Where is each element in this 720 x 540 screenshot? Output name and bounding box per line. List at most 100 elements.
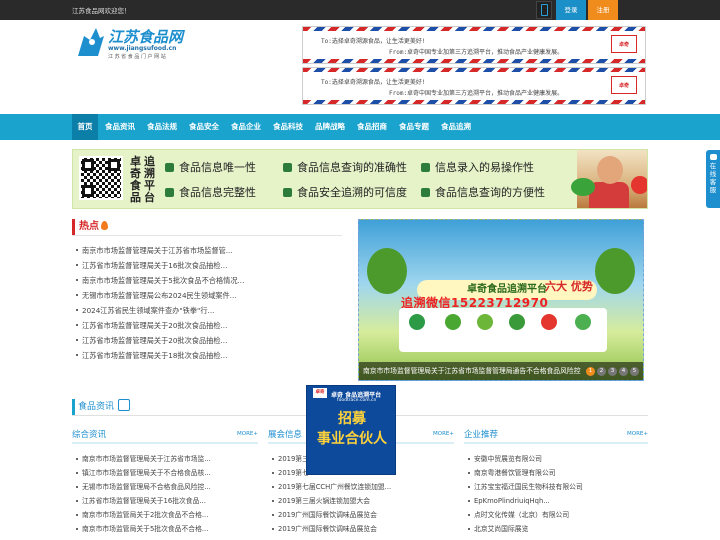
banner-photo <box>571 150 647 208</box>
banner-vertical-title-2: 追溯平台 <box>144 155 155 204</box>
list-item[interactable]: 无锡市市场监督管理局公布2024民生领域案件... <box>76 288 296 303</box>
list-item[interactable]: 点时文化传媒（北京）有限公司 <box>468 508 644 522</box>
list-item[interactable]: 南京市市场监督管理局关于5批次食品不合格情况... <box>76 273 296 288</box>
list-item[interactable]: 南京市市场监管局关于2批次食品不合格... <box>76 508 252 522</box>
envelope-stripe <box>303 59 645 63</box>
nav-item-brand[interactable]: 品牌战略 <box>310 114 350 140</box>
banner-vertical-title-1: 卓奇食品 <box>130 155 141 204</box>
main-nav: 首页 食品资讯 食品法规 食品安全 食品企业 食品科技 品牌战略 食品招商 食品… <box>0 114 720 140</box>
register-button[interactable]: 注册 <box>588 0 618 20</box>
popup-headline-2: 事业合伙人 <box>317 431 387 447</box>
banner-feature: 食品信息唯一性 <box>165 159 256 175</box>
envelope-stripe <box>303 100 645 104</box>
header-ad-1[interactable]: To:选择卓奇溯源食品，让生活更美好! From:卓奇中国专业加第三方追溯平台，… <box>302 26 646 64</box>
ad-brand: 卓奇 <box>611 35 637 53</box>
nav-item-investment[interactable]: 食品招商 <box>352 114 392 140</box>
nav-item-technology[interactable]: 食品科技 <box>268 114 308 140</box>
list-item[interactable]: 江苏省市场监督管理局关于18批次食品抽检... <box>76 348 296 363</box>
flame-icon <box>101 221 108 230</box>
banner-feature: 食品信息完整性 <box>165 184 256 200</box>
check-icon <box>421 188 430 197</box>
check-icon <box>165 188 174 197</box>
slider-dot[interactable]: 1 <box>586 367 595 376</box>
list-item[interactable]: 2019第七届CCH广州餐饮连锁加盟... <box>272 480 448 494</box>
partner-recruit-ad[interactable]: 卓奇 卓奇 食品追溯平台 foodtrace.com.cn 招募 事业合伙人 <box>306 385 396 475</box>
envelope-stripe <box>303 27 645 31</box>
feature-icon <box>445 314 461 330</box>
nav-item-topics[interactable]: 食品专题 <box>394 114 434 140</box>
list-item[interactable]: 南京市市场监督管理局关于江苏省市场监... <box>76 452 252 466</box>
chat-icon <box>709 154 717 160</box>
list-item[interactable]: 镇江市市场监督管理局关于不合格食品核... <box>76 466 252 480</box>
logo-tagline: 江 苏 省 食 品 门 户 网 站 <box>108 54 166 60</box>
feature-icon <box>541 314 557 330</box>
tree-decoration <box>595 248 635 294</box>
popup-brand-badge: 卓奇 <box>313 388 327 398</box>
tree-decoration <box>367 248 407 294</box>
slider-six-advantages: 六大 优势 <box>545 280 593 293</box>
list-item[interactable]: 江苏宝宝福迁国民生物科技有限公司 <box>468 480 644 494</box>
list-item[interactable]: 2024江苏省民生领域案件查办"铁拳"行... <box>76 303 296 318</box>
list-item[interactable]: 北京艾尚国际展览 <box>468 522 644 536</box>
column-title: 企业推荐 <box>464 430 499 440</box>
ad-to-text: To:选择卓奇溯源食品，让生活更美好! <box>321 38 426 45</box>
check-icon <box>283 163 292 172</box>
welcome-text: 江苏食品网欢迎您！ <box>72 7 131 15</box>
list-item[interactable]: 2019广州国际餐饮调味品展览会 <box>272 508 448 522</box>
list-item[interactable]: 江苏省市场监督管理局关于20批次食品抽检... <box>76 333 296 348</box>
feature-icon <box>477 314 493 330</box>
logo-url: www.jiangsufood.cn <box>108 45 177 52</box>
list-item[interactable]: 无锡市市场监督管理局不合格食品风险控... <box>76 480 252 494</box>
nav-item-news[interactable]: 食品资讯 <box>100 114 140 140</box>
banner-feature: 食品信息查询的准确性 <box>283 159 407 175</box>
image-slider[interactable]: 卓奇食品追溯平台 六大 优势 追溯微信15223712970 南京市市场监督管理… <box>358 219 644 381</box>
list-item[interactable]: 南京市市场监督管理局关于江苏省市场监督管... <box>76 243 296 258</box>
mobile-icon[interactable] <box>536 1 552 19</box>
ad-from-text: From:卓奇中国专业加第三方追溯平台，推动食品产业健康发展。 <box>389 90 564 97</box>
news-icon <box>118 399 131 411</box>
list-item[interactable]: 2019第三届火锅连锁加盟大会 <box>272 494 448 508</box>
more-link[interactable]: MORE+ <box>433 431 454 437</box>
list-item[interactable]: 2019广州国际餐饮调味品展览会 <box>272 522 448 536</box>
list-item[interactable]: 南京市市场监管局关于5批次食品不合格... <box>76 522 252 536</box>
enterprise-list: 安徽中贸展览有限公司 南京粤港餐饮管理有限公司 江苏宝宝福迁国民生物科技有限公司… <box>468 452 644 536</box>
online-service-tab[interactable]: 在线客服 <box>706 150 720 208</box>
list-item[interactable]: 江苏省市场监督管理局关于16批次食品... <box>76 494 252 508</box>
logo-mascot-icon <box>78 28 104 56</box>
header-ad-2[interactable]: To:选择卓奇溯源食品，让生活更美好! From:卓奇中国专业加第三方追溯平台，… <box>302 67 646 105</box>
hot-news-list: 南京市市场监督管理局关于江苏省市场监督管... 江苏省市场监督管理局关于16批次… <box>76 243 296 363</box>
site-logo[interactable]: 江苏食品网 www.jiangsufood.cn 江 苏 省 食 品 门 户 网… <box>74 26 184 62</box>
nav-item-regulations[interactable]: 食品法规 <box>142 114 182 140</box>
logo-name: 江苏食品网 <box>108 28 184 46</box>
list-item[interactable]: 安徽中贸展览有限公司 <box>468 452 644 466</box>
check-icon <box>165 163 174 172</box>
ad-from-text: From:卓奇中国专业加第三方追溯平台，推动食品产业健康发展。 <box>389 49 564 56</box>
list-item[interactable]: 南京粤港餐饮管理有限公司 <box>468 466 644 480</box>
top-bar: 江苏食品网欢迎您！ 登录 注册 <box>0 0 720 20</box>
qr-code <box>79 156 123 200</box>
list-item[interactable]: 江苏省市场监督管理局关于16批次食品抽检... <box>76 258 296 273</box>
ad-brand: 卓奇 <box>611 76 637 94</box>
more-link[interactable]: MORE+ <box>627 431 648 437</box>
nav-item-safety[interactable]: 食品安全 <box>184 114 224 140</box>
check-icon <box>283 188 292 197</box>
nav-item-enterprise[interactable]: 食品企业 <box>226 114 266 140</box>
divider <box>72 235 342 236</box>
feature-icon <box>575 314 591 330</box>
list-item[interactable]: 江苏省市场监督管理局关于20批次食品抽检... <box>76 318 296 333</box>
banner-feature: 信息录入的易操作性 <box>421 159 534 175</box>
news-list: 南京市市场监督管理局关于江苏省市场监... 镇江市市场监督管理局关于不合格食品核… <box>76 452 252 536</box>
nav-item-trace[interactable]: 食品追溯 <box>436 114 476 140</box>
slider-dot[interactable]: 3 <box>608 367 617 376</box>
column-title: 展会信息 <box>268 430 303 440</box>
trace-banner[interactable]: 卓奇食品 追溯平台 食品信息唯一性 食品信息查询的准确性 信息录入的易操作性 食… <box>72 149 648 209</box>
list-item[interactable]: EpKmoPlindriuiqHqh... <box>468 494 644 508</box>
nav-item-home[interactable]: 首页 <box>72 114 98 140</box>
popup-headline-1: 招募 <box>338 411 366 427</box>
slider-dot[interactable]: 2 <box>597 367 606 376</box>
slider-dot[interactable]: 5 <box>630 367 639 376</box>
slider-dot[interactable]: 4 <box>619 367 628 376</box>
login-button[interactable]: 登录 <box>556 0 586 20</box>
more-link[interactable]: MORE+ <box>237 431 258 437</box>
column-title: 综合资讯 <box>72 430 107 440</box>
